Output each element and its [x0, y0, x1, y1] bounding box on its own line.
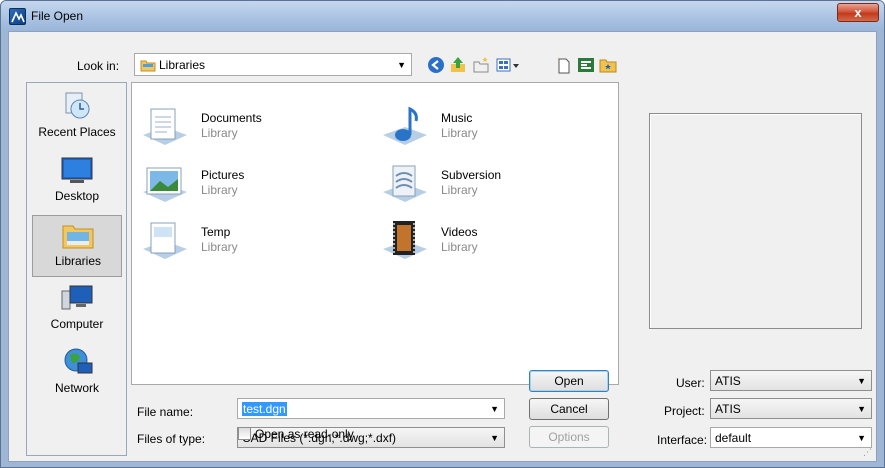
preview-panel [649, 113, 862, 329]
look-in-value: Libraries [159, 58, 206, 72]
close-icon: x [854, 5, 862, 20]
project-value: ATIS [715, 402, 741, 416]
chevron-down-icon: ▼ [490, 433, 499, 443]
back-icon[interactable] [427, 56, 445, 74]
new-folder-icon[interactable] [472, 56, 490, 74]
chevron-down-icon: ▼ [397, 60, 406, 70]
temp-library-icon [141, 219, 189, 265]
computer-icon [60, 283, 94, 313]
list-item-subversion[interactable]: Subversion Library [375, 160, 605, 210]
user-value: ATIS [715, 374, 741, 388]
close-button[interactable]: x [837, 3, 879, 22]
read-only-checkbox[interactable] [238, 427, 251, 440]
options-button[interactable]: Options [529, 426, 609, 448]
file-name: Documents [201, 111, 262, 125]
refresh-icon[interactable] [577, 56, 595, 74]
place-label: Libraries [54, 254, 102, 268]
file-type: Library [441, 183, 478, 197]
place-label: Network [54, 381, 99, 395]
dialog-body: Look in: Libraries ▼ Recent Places Deskt… [8, 31, 877, 462]
videos-library-icon [381, 219, 429, 265]
interface-dropdown[interactable]: default ▼ [710, 427, 872, 448]
file-name: Pictures [201, 168, 245, 182]
file-open-dialog: File Open x Look in: Libraries ▼ Recent … [0, 0, 885, 468]
network-icon [60, 347, 94, 377]
chevron-down-icon[interactable]: ▼ [490, 404, 499, 414]
place-computer[interactable]: Computer [32, 279, 122, 341]
user-label: User: [676, 376, 705, 390]
place-label: Desktop [54, 189, 100, 203]
list-item-videos[interactable]: Videos Library [375, 217, 605, 267]
look-in-label: Look in: [77, 59, 120, 73]
cancel-button[interactable]: Cancel [529, 398, 609, 420]
look-in-dropdown[interactable]: Libraries ▼ [134, 53, 412, 76]
place-recent-places[interactable]: Recent Places [32, 87, 122, 149]
libraries-folder-icon [140, 58, 156, 75]
place-libraries[interactable]: Libraries [32, 215, 122, 277]
up-folder-icon[interactable] [449, 56, 467, 74]
desktop-icon [60, 155, 94, 185]
places-bar: Recent Places Desktop Libraries Computer [26, 82, 127, 456]
place-label: Computer [50, 317, 104, 331]
resize-grip-icon[interactable]: ⋰ [863, 447, 872, 458]
open-button[interactable]: Open [529, 370, 609, 392]
pictures-library-icon [141, 162, 189, 208]
favorites-icon[interactable] [599, 56, 617, 74]
interface-value: default [715, 431, 752, 445]
list-item-pictures[interactable]: Pictures Library [135, 160, 365, 210]
place-desktop[interactable]: Desktop [32, 151, 122, 213]
file-name-value: test.dgn [242, 402, 287, 416]
file-type: Library [441, 126, 478, 140]
recent-places-icon [60, 91, 94, 121]
project-dropdown[interactable]: ATIS ▼ [710, 398, 872, 419]
list-item-temp[interactable]: Temp Library [135, 217, 365, 267]
music-library-icon [381, 105, 429, 151]
place-network[interactable]: Network [32, 343, 122, 405]
file-name-label: File name: [137, 405, 194, 419]
list-item-music[interactable]: Music Library [375, 103, 605, 153]
libraries-icon [61, 220, 95, 250]
file-type-label: Files of type: [137, 432, 206, 446]
chevron-down-icon: ▼ [857, 404, 866, 414]
views-menu-icon[interactable] [496, 56, 520, 74]
project-label: Project: [664, 404, 705, 418]
file-name-input[interactable]: test.dgn ▼ [237, 398, 505, 419]
file-name: Music [441, 111, 473, 125]
file-type: Library [201, 240, 238, 254]
interface-label: Interface: [657, 433, 708, 447]
subversion-library-icon [381, 162, 429, 208]
file-type: Library [201, 126, 238, 140]
read-only-label: Open as read-only [255, 427, 354, 441]
file-list[interactable]: Documents Library Music Library Pictures… [131, 82, 619, 385]
list-item-documents[interactable]: Documents Library [135, 103, 365, 153]
chevron-down-icon: ▼ [857, 376, 866, 386]
file-type: Library [441, 240, 478, 254]
new-file-icon[interactable] [555, 56, 573, 74]
app-icon [9, 8, 26, 25]
window-title: File Open [31, 9, 84, 23]
place-label: Recent Places [38, 125, 116, 139]
file-name: Subversion [441, 168, 502, 182]
file-name: Temp [201, 225, 231, 239]
user-dropdown[interactable]: ATIS ▼ [710, 370, 872, 391]
file-type: Library [201, 183, 238, 197]
documents-library-icon [141, 105, 189, 151]
title-bar[interactable]: File Open x [1, 1, 884, 31]
chevron-down-icon: ▼ [857, 433, 866, 443]
file-name: Videos [441, 225, 478, 239]
